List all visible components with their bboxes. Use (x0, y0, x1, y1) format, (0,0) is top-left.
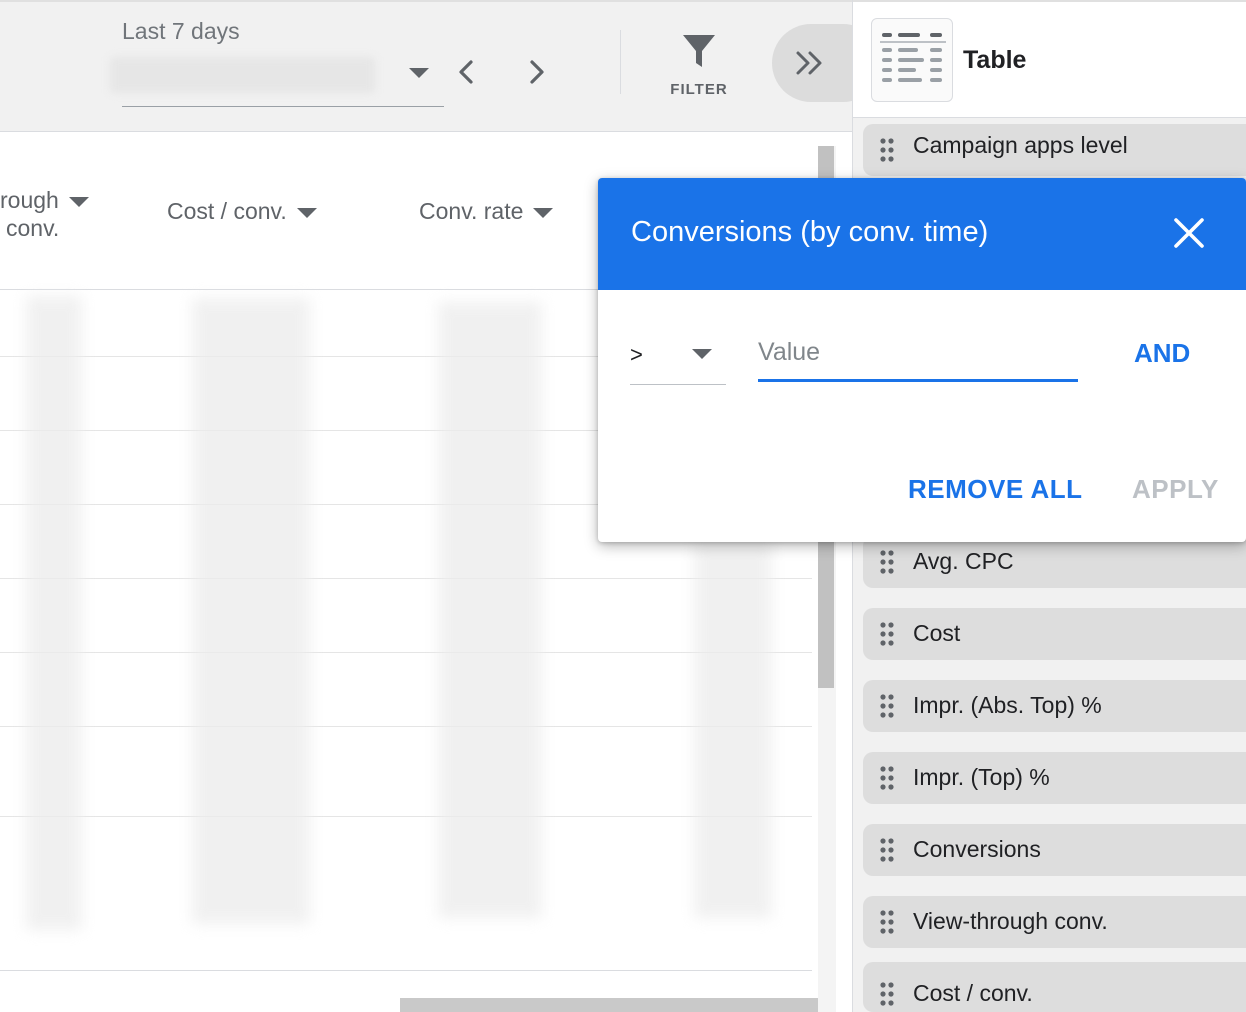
redacted-column-values (694, 542, 772, 918)
column-item-label: Cost (913, 620, 961, 646)
row-divider (0, 652, 812, 653)
chevron-down-icon (692, 349, 712, 359)
chevron-down-icon (409, 68, 429, 78)
column-item-label: Campaign apps level (913, 132, 1128, 158)
row-divider (0, 578, 812, 579)
drag-handle-icon (880, 982, 894, 1006)
filter-popup-title: Conversions (by conv. time) (631, 216, 989, 248)
chevron-right-icon (530, 60, 544, 84)
column-header-label: Conv. rate (419, 198, 524, 224)
column-item[interactable]: Campaign apps level (863, 124, 1246, 176)
redacted-column-values (26, 296, 82, 930)
table-view-toggle[interactable] (871, 18, 953, 102)
column-item[interactable]: Avg. CPC (863, 536, 1246, 588)
next-period-button[interactable] (519, 54, 555, 90)
operator-select[interactable]: > (630, 328, 726, 385)
and-button[interactable]: AND (1134, 338, 1190, 369)
drag-handle-icon (880, 138, 894, 162)
row-divider (0, 816, 812, 817)
filter-label: FILTER (670, 81, 728, 98)
date-range-value[interactable] (110, 57, 375, 93)
sort-dropdown-icon (296, 207, 317, 218)
column-item-label: Impr. (Abs. Top) % (913, 692, 1102, 718)
column-item[interactable]: Cost / conv. (863, 962, 1246, 1012)
report-toolbar: Last 7 days FILTER (0, 0, 882, 132)
date-range-underline (122, 106, 444, 107)
drag-handle-icon (880, 838, 894, 862)
column-header-line1: rough (0, 187, 59, 213)
filter-popup: Conversions (by conv. time) > AND REMOVE… (598, 178, 1246, 542)
redacted-column-values (438, 302, 542, 918)
filter-value-input[interactable] (758, 326, 1078, 382)
toolbar-divider (620, 30, 621, 94)
filter-button[interactable]: FILTER (664, 32, 734, 112)
close-icon[interactable] (1172, 216, 1206, 250)
operator-value: > (630, 342, 643, 367)
column-item[interactable]: Cost (863, 608, 1246, 660)
drag-handle-icon (880, 766, 894, 790)
panel-header: Table (853, 0, 1246, 118)
apply-button[interactable]: APPLY (1132, 474, 1219, 505)
sort-dropdown-icon (68, 196, 89, 207)
column-item[interactable]: View-through conv. (863, 896, 1246, 948)
column-header-view-through-conv[interactable]: rough conv. (0, 186, 89, 242)
column-header-label: Cost / conv. (167, 198, 287, 224)
filter-funnel-icon (683, 35, 715, 67)
table-layout-icon (880, 33, 946, 82)
double-chevron-right-icon (796, 51, 822, 75)
column-header-cost-per-conv[interactable]: Cost / conv. (167, 197, 317, 225)
drag-handle-icon (880, 622, 894, 646)
chevron-left-icon (459, 60, 473, 84)
column-header-line2: conv. (6, 215, 60, 241)
drag-handle-icon (880, 910, 894, 934)
previous-period-button[interactable] (449, 54, 485, 90)
drag-handle-icon (880, 694, 894, 718)
column-header-conv-rate[interactable]: Conv. rate (419, 197, 554, 225)
column-item-label: Conversions (913, 836, 1041, 862)
filter-popup-header: Conversions (by conv. time) (598, 178, 1246, 290)
row-divider (0, 726, 812, 727)
panel-title: Table (963, 46, 1027, 74)
column-item-label: Avg. CPC (913, 548, 1014, 574)
column-item-label: Cost / conv. (913, 980, 1033, 1006)
date-range-label: Last 7 days (122, 18, 240, 44)
column-item-label: Impr. (Top) % (913, 764, 1050, 790)
sort-dropdown-icon (533, 207, 554, 218)
drag-handle-icon (880, 550, 894, 574)
table-footer-divider (0, 970, 812, 971)
column-item-label: View-through conv. (913, 908, 1108, 934)
column-item[interactable]: Impr. (Top) % (863, 752, 1246, 804)
remove-all-button[interactable]: REMOVE ALL (908, 474, 1082, 505)
column-item[interactable]: Impr. (Abs. Top) % (863, 680, 1246, 732)
horizontal-scrollbar[interactable] (400, 998, 818, 1012)
column-item[interactable]: Conversions (863, 824, 1246, 876)
date-range-dropdown[interactable] (404, 60, 434, 86)
redacted-column-values (192, 298, 310, 924)
